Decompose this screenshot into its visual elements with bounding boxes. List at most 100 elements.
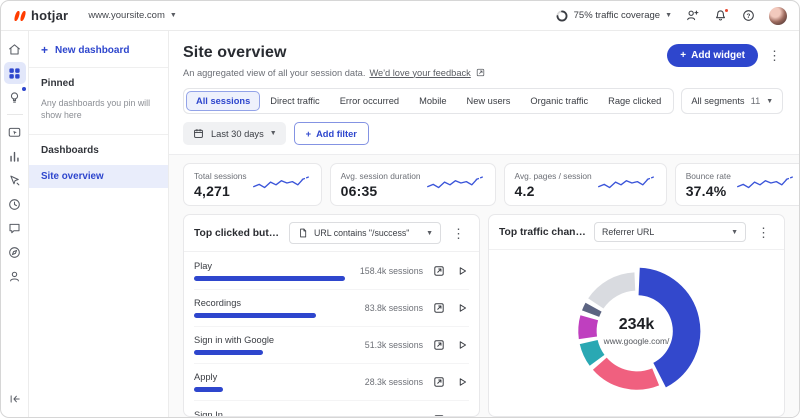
- stat-card-bounce-rate[interactable]: Bounce rate37.4%: [675, 163, 800, 206]
- stat-card-total-sessions[interactable]: Total sessions4,271: [183, 163, 322, 206]
- rail-item-dashboards-icon[interactable]: [4, 62, 26, 84]
- legend-dot: [677, 416, 684, 418]
- sessions-count: 51.3k sessions: [357, 340, 423, 350]
- traffic-donut-chart[interactable]: 234k www.google.com/: [559, 253, 715, 409]
- row-actions: 158.4k sessions: [357, 264, 469, 278]
- traffic-kebab-icon[interactable]: ⋮: [753, 224, 774, 241]
- stat-text: Total sessions4,271: [194, 171, 247, 199]
- user-avatar[interactable]: [769, 7, 787, 25]
- site-selector-dropdown[interactable]: www.yoursite.com ▼: [88, 10, 177, 21]
- view-heatmap-icon[interactable]: [432, 338, 446, 352]
- donut-segment-www-hotjar-com-[interactable]: [599, 364, 655, 381]
- legend-dot: [588, 416, 595, 418]
- view-heatmap-icon[interactable]: [432, 301, 446, 315]
- link-label: Sign In: [194, 410, 345, 417]
- pinned-empty-text: Any dashboards you pin will show here: [41, 97, 156, 122]
- clicked-link-row: Play158.4k sessions: [194, 253, 469, 290]
- rail-item-feedback-icon[interactable]: [4, 217, 26, 239]
- help-icon[interactable]: ?: [741, 8, 756, 23]
- rail-item-surveys-icon[interactable]: [4, 241, 26, 263]
- notification-dot: [724, 8, 729, 13]
- rail-item-history-icon[interactable]: [4, 193, 26, 215]
- view-heatmap-icon[interactable]: [432, 375, 446, 389]
- legend-item[interactable]: insights.hotjar.com/login: [677, 414, 778, 417]
- clicked-link-row: Apply28.3k sessions: [194, 364, 469, 401]
- segment-tab-error-occurred[interactable]: Error occurred: [330, 91, 409, 111]
- all-segments-label: All segments: [691, 96, 744, 106]
- rail-item-recordings-icon[interactable]: [4, 121, 26, 143]
- collapse-sidebar-icon[interactable]: [4, 388, 26, 410]
- referrer-dropdown[interactable]: Referrer URL ▼: [594, 222, 746, 242]
- rail-divider: [7, 114, 23, 115]
- url-filter-dropdown[interactable]: URL contains "/success" ▼: [289, 222, 441, 244]
- segment-tab-rage-clicked[interactable]: Rage clicked: [598, 91, 671, 111]
- clicked-link-row: Sign In28k sessions: [194, 401, 469, 416]
- stat-text: Bounce rate37.4%: [686, 171, 731, 199]
- notifications-bell-icon[interactable]: [713, 8, 728, 23]
- play-recordings-icon[interactable]: [455, 413, 469, 417]
- legend-item[interactable]: www.google.com/: [494, 414, 572, 417]
- rail-item-users-icon[interactable]: [4, 265, 26, 287]
- coverage-progress-icon: [555, 9, 569, 23]
- rail-item-ideas-icon[interactable]: [4, 86, 26, 108]
- pinned-section: Pinned Any dashboards you pin will show …: [29, 67, 168, 134]
- donut-segment[interactable]: [595, 281, 634, 303]
- stat-card-avg-session-duration[interactable]: Avg. session duration06:35: [330, 163, 496, 206]
- traffic-header: Top traffic channels Referrer URL ▼ ⋮: [489, 215, 784, 250]
- add-widget-button[interactable]: + Add widget: [667, 44, 758, 67]
- link-label: Apply: [194, 372, 345, 382]
- view-heatmap-icon[interactable]: [432, 264, 446, 278]
- pinned-heading: Pinned: [41, 78, 156, 89]
- traffic-coverage-dropdown[interactable]: 75% traffic coverage ▼: [555, 9, 672, 23]
- top-clicked-kebab-icon[interactable]: ⋮: [448, 225, 469, 242]
- rail-item-heatmaps-icon[interactable]: [4, 145, 26, 167]
- all-segments-count: 11: [751, 96, 761, 106]
- segment-tab-direct-traffic[interactable]: Direct traffic: [260, 91, 329, 111]
- stat-label: Avg. pages / session: [515, 171, 592, 181]
- bar-cell: Sign In: [194, 410, 357, 417]
- stat-value: 4,271: [194, 183, 247, 199]
- play-recordings-icon[interactable]: [455, 375, 469, 389]
- segment-tab-new-users[interactable]: New users: [457, 91, 521, 111]
- play-recordings-icon[interactable]: [455, 338, 469, 352]
- header-actions: + Add widget ⋮: [667, 44, 785, 67]
- feedback-link[interactable]: We'd love your feedback: [369, 68, 470, 78]
- main-area: Site overview An aggregated view of all …: [169, 31, 799, 417]
- rail-item-click-tracking-icon[interactable]: [4, 169, 26, 191]
- donut-segment-insights-hotjar-com-login[interactable]: [588, 342, 596, 360]
- new-dashboard-button[interactable]: + New dashboard: [29, 40, 168, 67]
- segment-tab-mobile[interactable]: Mobile: [409, 91, 456, 111]
- add-filter-button[interactable]: + Add filter: [294, 122, 369, 145]
- rail-item-home-icon[interactable]: [4, 38, 26, 60]
- link-label: Recordings: [194, 298, 345, 308]
- date-range-dropdown[interactable]: Last 30 days ▼: [183, 122, 286, 145]
- donut-segment[interactable]: [590, 307, 593, 313]
- sidebar-item-site-overview[interactable]: Site overview: [29, 165, 168, 188]
- play-recordings-icon[interactable]: [455, 301, 469, 315]
- donut-svg: [559, 253, 715, 409]
- top-bar: hotjar www.yoursite.com ▼ 75% traffic co…: [1, 1, 799, 31]
- sessions-count: 158.4k sessions: [357, 266, 423, 276]
- stat-label: Bounce rate: [686, 171, 731, 181]
- donut-segment[interactable]: [587, 318, 589, 338]
- sessions-bar: [194, 350, 263, 355]
- stat-card-avg-pages-session[interactable]: Avg. pages / session4.2: [504, 163, 667, 206]
- play-recordings-icon[interactable]: [455, 264, 469, 278]
- traffic-title: Top traffic channels: [499, 227, 587, 238]
- external-link-icon: [475, 67, 486, 78]
- new-dashboard-label: New dashboard: [55, 45, 129, 56]
- referrer-value: Referrer URL: [602, 227, 726, 237]
- donut-segment-www-google-com-[interactable]: [639, 281, 686, 375]
- invite-user-icon[interactable]: [685, 8, 700, 23]
- svg-text:?: ?: [747, 13, 751, 20]
- page-kebab-menu-icon[interactable]: ⋮: [764, 47, 785, 64]
- filter-bar: Last 30 days ▼ + Add filter: [169, 114, 799, 154]
- legend-item[interactable]: www.hotjar.com/: [588, 414, 661, 417]
- view-heatmap-icon[interactable]: [432, 413, 446, 417]
- all-segments-dropdown[interactable]: All segments 11 ▼: [681, 88, 783, 114]
- segment-tab-organic-traffic[interactable]: Organic traffic: [520, 91, 598, 111]
- segment-tab-all-sessions[interactable]: All sessions: [186, 91, 260, 111]
- url-filter-value: URL contains "/success": [314, 228, 421, 238]
- legend-label: www.hotjar.com/: [600, 414, 661, 417]
- calendar-icon: [192, 127, 205, 140]
